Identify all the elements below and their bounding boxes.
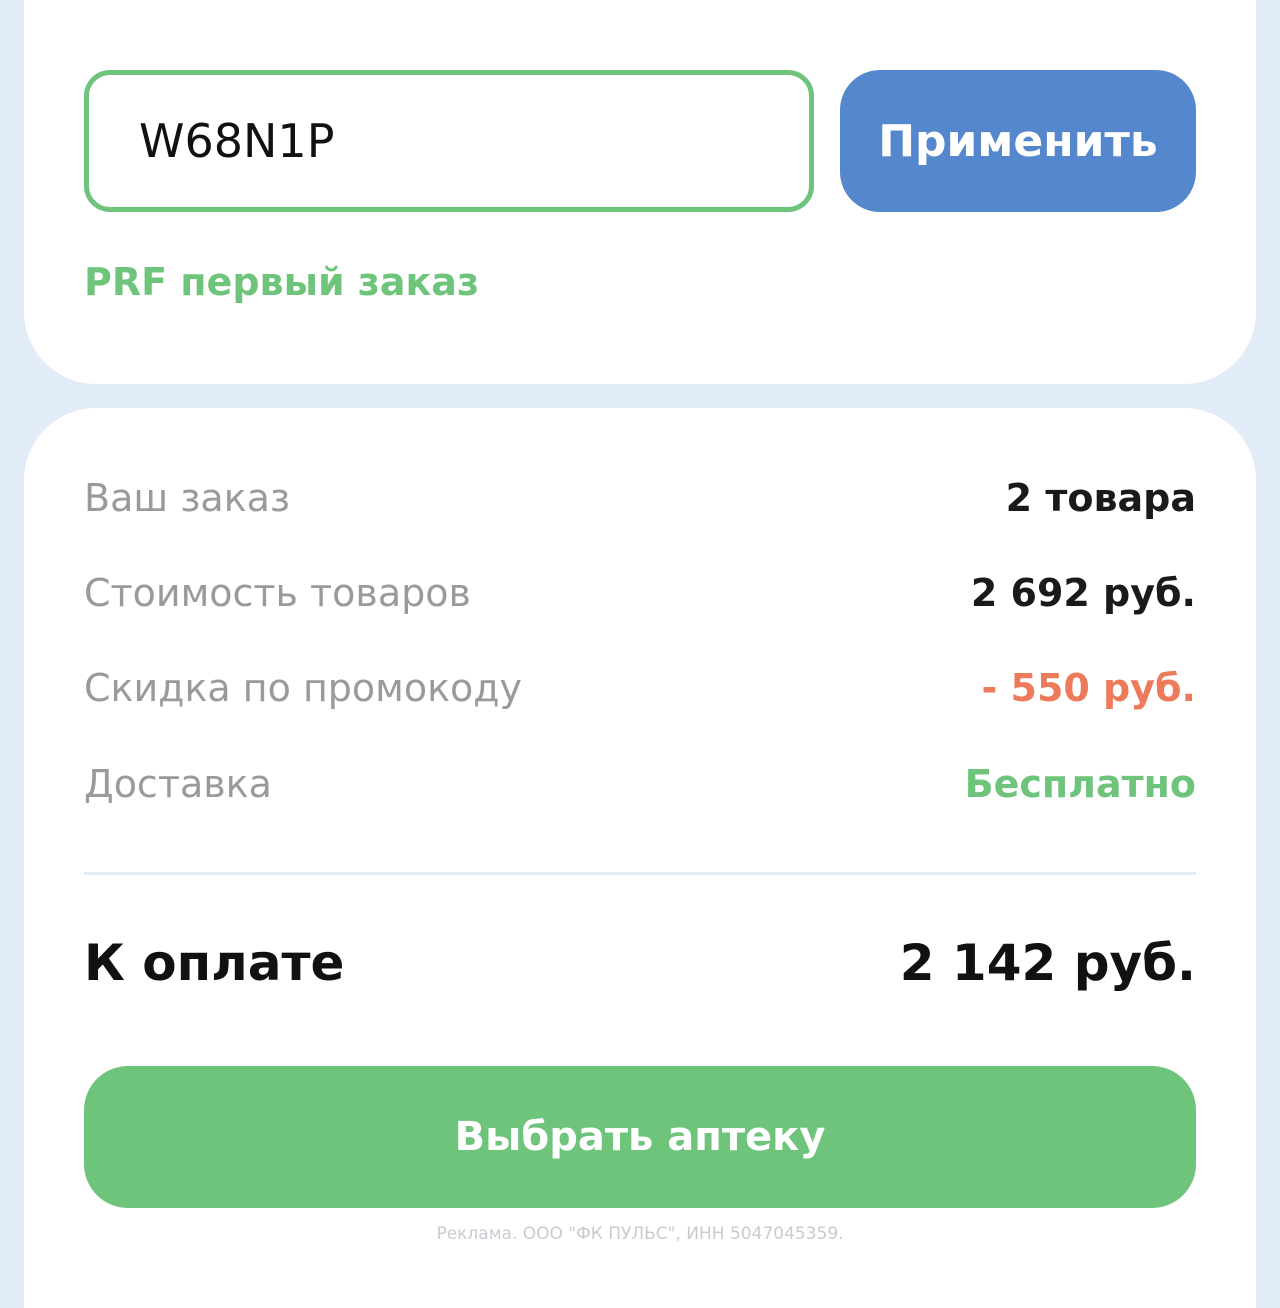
promo-code-input[interactable] — [84, 70, 814, 212]
order-count-value: 2 товара — [1005, 476, 1196, 520]
summary-row-order: Ваш заказ 2 товара — [84, 468, 1196, 528]
order-count-label: Ваш заказ — [84, 476, 291, 520]
delivery-label: Доставка — [84, 762, 272, 806]
promo-card: Применить PRF первый заказ — [24, 0, 1256, 384]
total-row: К оплате 2 142 руб. — [84, 928, 1196, 998]
summary-row-goods-cost: Стоимость товаров 2 692 руб. — [84, 563, 1196, 623]
delivery-value: Бесплатно — [964, 762, 1196, 806]
summary-divider — [84, 872, 1196, 875]
order-summary-card: Ваш заказ 2 товара Стоимость товаров 2 6… — [24, 408, 1256, 1308]
ad-disclaimer: Реклама. ООО "ФК ПУЛЬС", ИНН 5047045359. — [436, 1224, 844, 1244]
promo-status-text: PRF первый заказ — [84, 260, 480, 304]
summary-row-discount: Скидка по промокоду - 550 руб. — [84, 658, 1196, 718]
summary-row-delivery: Доставка Бесплатно — [84, 754, 1196, 814]
total-value: 2 142 руб. — [899, 934, 1196, 992]
goods-cost-value: 2 692 руб. — [970, 571, 1196, 615]
promo-discount-label: Скидка по промокоду — [84, 666, 523, 710]
goods-cost-label: Стоимость товаров — [84, 571, 471, 615]
choose-pharmacy-button[interactable]: Выбрать аптеку — [84, 1066, 1196, 1208]
promo-discount-value: - 550 руб. — [981, 666, 1197, 710]
apply-promo-button[interactable]: Применить — [840, 70, 1196, 212]
total-label: К оплате — [84, 934, 345, 992]
